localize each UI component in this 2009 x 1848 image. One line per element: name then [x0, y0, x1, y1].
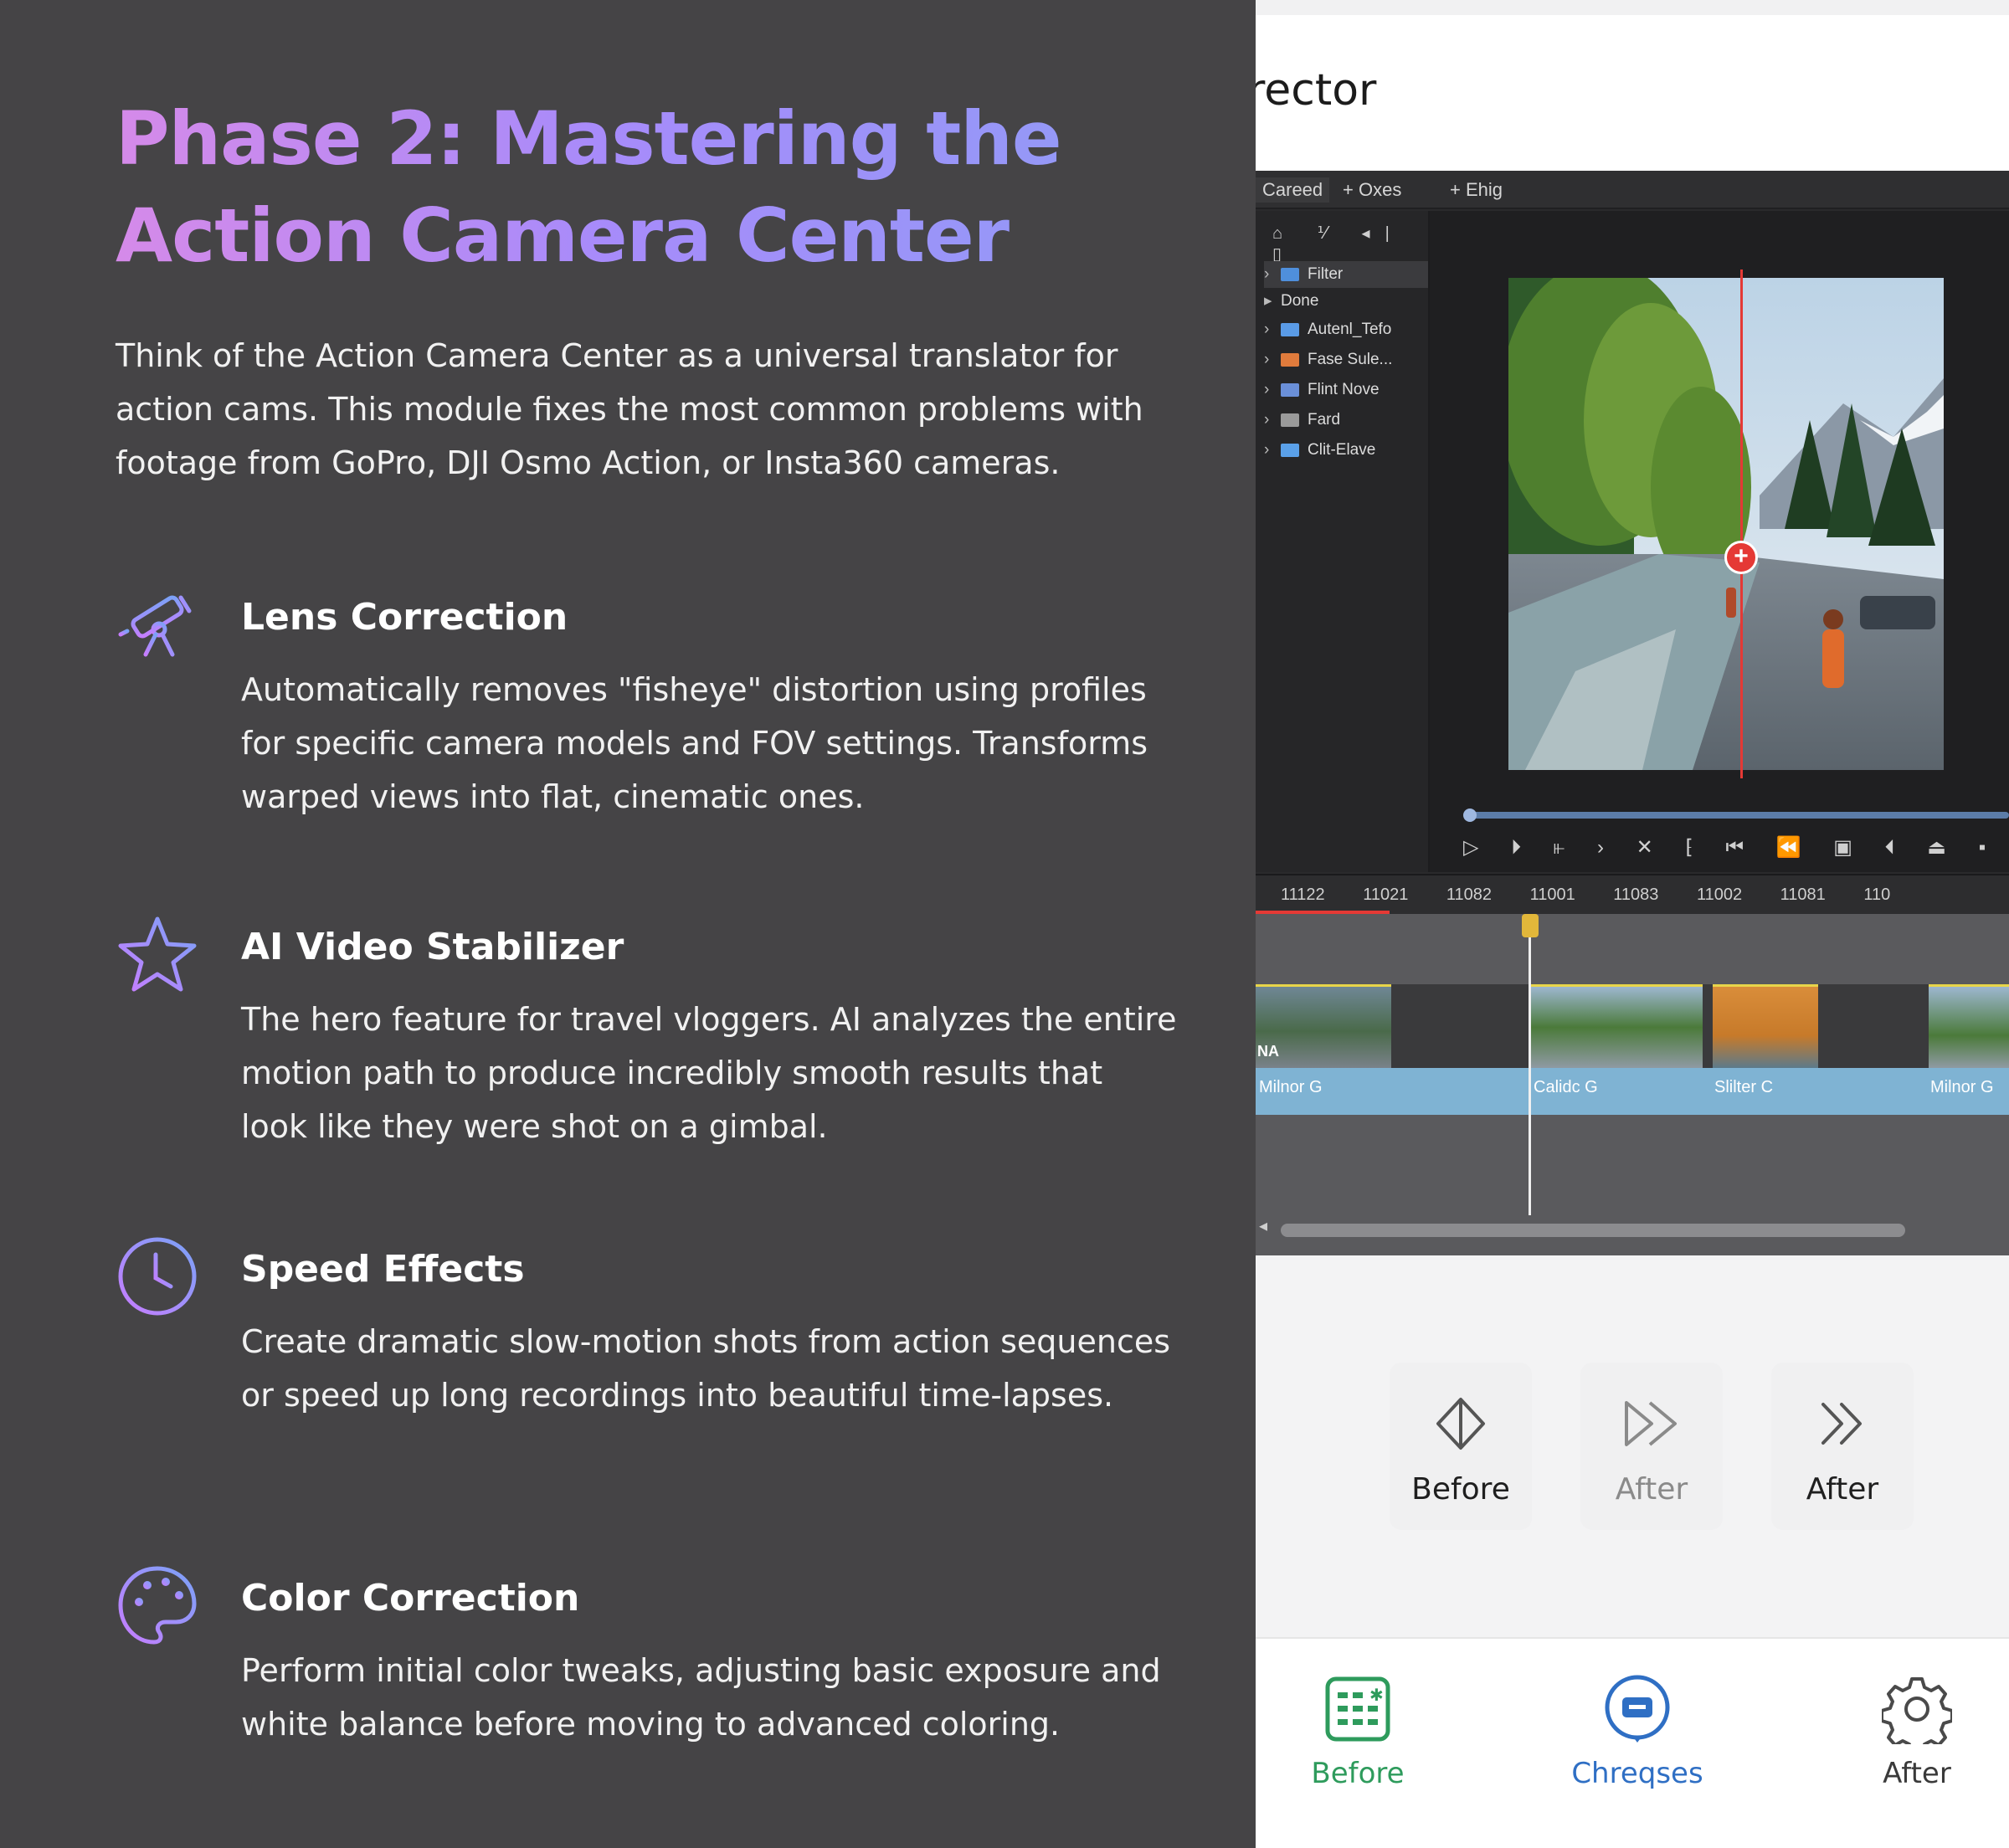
video-track: NA: [1256, 984, 2009, 1068]
nav-changes[interactable]: Chreqses: [1545, 1674, 1729, 1790]
feature-heading: Speed Effects: [241, 1248, 525, 1291]
timeline: NA Milnor G Calidc G Slilter C Milnor G …: [1256, 914, 2009, 1255]
star-icon: [118, 916, 197, 992]
browser-toolbar[interactable]: ⌂ ⅟ ◂| ▯: [1272, 223, 1428, 264]
nav-before[interactable]: ✱ Before: [1266, 1674, 1450, 1790]
feature-heading: Lens Correction: [241, 596, 568, 639]
chevron-right-icon: ›: [1264, 321, 1270, 338]
folder-icon: [1281, 443, 1299, 457]
playhead-handle[interactable]: [1522, 914, 1539, 937]
browser-item-label: Done: [1281, 292, 1319, 310]
chevron-right-icon: ›: [1264, 265, 1270, 283]
clip-label: Calidc G: [1534, 1078, 1598, 1096]
media-browser: ⌂ ⅟ ◂| ▯ › Filter ▸ Done › Autenl_Tefo › Fas…: [1256, 211, 1430, 872]
browser-item-filter[interactable]: › Filter: [1264, 261, 1428, 288]
clip-label-track: Milnor G Calidc G Slilter C Milnor G: [1256, 1068, 2009, 1115]
tab-label: Ehig: [1465, 179, 1503, 200]
app-screenshot: rector Careed + Oxes + Ehig ⌂ ⅟ ◂| ▯ › Fi…: [1256, 0, 2009, 1848]
clock-icon: [118, 1237, 197, 1316]
scroll-left-icon[interactable]: ◂: [1259, 1215, 1267, 1236]
nav-label: Chreqses: [1571, 1757, 1703, 1790]
telescope-icon: [118, 595, 192, 657]
clip-label: Slilter C: [1714, 1078, 1774, 1096]
document-icon: [1281, 413, 1299, 427]
gear-icon: [1880, 1677, 1954, 1754]
compare-label: Before: [1411, 1472, 1510, 1507]
chevron-right-icon: ›: [1264, 351, 1270, 368]
browser-item-label: Fase Sule...: [1308, 351, 1393, 368]
video-clip[interactable]: [1529, 984, 1703, 1068]
feature-heading: AI Video Stabilizer: [241, 926, 624, 968]
page-title: Phase 2: Mastering the Action Camera Cen…: [116, 90, 1204, 285]
nav-label: After: [1883, 1757, 1951, 1790]
chat-icon: [1605, 1675, 1670, 1743]
browser-item-autenl[interactable]: › Autenl_Tefo: [1264, 316, 1428, 343]
add-keyframe-icon[interactable]: +: [1724, 541, 1758, 574]
editor-tabs: Careed + Oxes + Ehig: [1256, 171, 2009, 209]
after-button-2[interactable]: After: [1771, 1363, 1914, 1530]
compare-label: After: [1615, 1472, 1688, 1507]
feature-body: The hero feature for travel vloggers. AI…: [241, 1001, 1177, 1145]
grid-icon: ✱: [1325, 1676, 1390, 1742]
browser-item-done[interactable]: ▸ Done: [1264, 288, 1428, 315]
app-brand: rector: [1256, 65, 1377, 116]
feature-body: Automatically removes "fisheye" distorti…: [241, 671, 1148, 815]
timeline-ruler[interactable]: 11122 11021 11082 11001 11083 11002 1108…: [1256, 874, 2009, 916]
chevron-right-icon: ›: [1264, 411, 1270, 429]
chevron-right-icon: ›: [1264, 381, 1270, 398]
triangle-right-icon: ▸: [1264, 292, 1272, 310]
clip-tag: NA: [1257, 1043, 1279, 1060]
tab-oxes[interactable]: + Oxes: [1336, 177, 1408, 203]
feature-body: Perform initial color tweaks, adjusting …: [241, 1652, 1161, 1743]
folder-icon: [1281, 322, 1299, 336]
fast-forward-icon: [1625, 1401, 1677, 1446]
chevron-right-icon: ›: [1264, 441, 1270, 459]
browser-item-label: Fard: [1308, 411, 1341, 429]
image-folder-icon: [1281, 352, 1299, 367]
nav-after[interactable]: After: [1825, 1674, 2009, 1790]
video-editor: Careed + Oxes + Ehig ⌂ ⅟ ◂| ▯ › Filter ▸ D…: [1256, 171, 2009, 1255]
diamond-arrow-icon: [1436, 1398, 1485, 1450]
transport-controls[interactable]: ▷ ⏵ ⫦ › ✕ ⁅ ⏮ ⏪ ▣ ⏴ ⏏ ▪ ▫: [1463, 835, 2009, 860]
double-chevron-icon: [1821, 1403, 1862, 1445]
video-clip[interactable]: [1929, 984, 2009, 1068]
preview-scrubber[interactable]: [1463, 808, 2009, 822]
tab-careed[interactable]: Careed: [1256, 177, 1329, 203]
folder-icon: [1281, 382, 1299, 397]
feature-body: Create dramatic slow-motion shots from a…: [241, 1323, 1171, 1414]
app-header: rector: [1256, 0, 2009, 171]
clip-label: Milnor G: [1930, 1078, 1994, 1096]
after-button[interactable]: After: [1580, 1363, 1723, 1530]
clip-label: Milnor G: [1259, 1078, 1323, 1096]
before-button[interactable]: Before: [1390, 1363, 1532, 1530]
svg-text:✱: ✱: [1369, 1685, 1384, 1705]
ruler-ticks: 11122 11021 11082 11001 11083 11002 1108…: [1281, 886, 1891, 904]
tab-ehig[interactable]: + Ehig: [1443, 177, 1509, 203]
nav-label: Before: [1311, 1757, 1405, 1790]
playhead[interactable]: [1529, 914, 1531, 1215]
compare-label: After: [1806, 1472, 1879, 1507]
palette-icon: [118, 1566, 197, 1645]
bottom-nav-bar: ✱ Before Chreqses After: [1256, 1637, 2009, 1848]
browser-item-fard[interactable]: › Fard: [1264, 407, 1428, 434]
timeline-scrollbar[interactable]: [1281, 1224, 1905, 1237]
browser-item-clit[interactable]: › Clit-Elave: [1264, 437, 1428, 464]
compare-options: Before After After: [1256, 1255, 2009, 1637]
info-panel: Phase 2: Mastering the Action Camera Cen…: [0, 0, 1256, 1848]
browser-item-label: Autenl_Tefo: [1308, 321, 1392, 338]
tab-label: Oxes: [1358, 179, 1402, 200]
browser-item-fase[interactable]: › Fase Sule...: [1264, 346, 1428, 373]
intro-text: Think of the Action Camera Center as a u…: [116, 337, 1143, 481]
browser-item-flint[interactable]: › Flint Nove: [1264, 377, 1428, 403]
browser-item-label: Filter: [1308, 265, 1344, 283]
video-preview[interactable]: [1508, 278, 1944, 770]
preview-viewer: + ▷ ⏵ ⫦ › ✕ ⁅ ⏮ ⏪ ▣ ⏴ ⏏ ▪ ▫: [1430, 211, 2009, 872]
scrubber-handle[interactable]: [1463, 808, 1477, 822]
browser-item-label: Clit-Elave: [1308, 441, 1376, 459]
filter-icon: [1281, 267, 1299, 281]
feature-heading: Color Correction: [241, 1577, 580, 1620]
video-clip[interactable]: [1713, 984, 1818, 1068]
stabilizer-guide-line[interactable]: [1740, 270, 1743, 778]
browser-item-label: Flint Nove: [1308, 381, 1380, 398]
